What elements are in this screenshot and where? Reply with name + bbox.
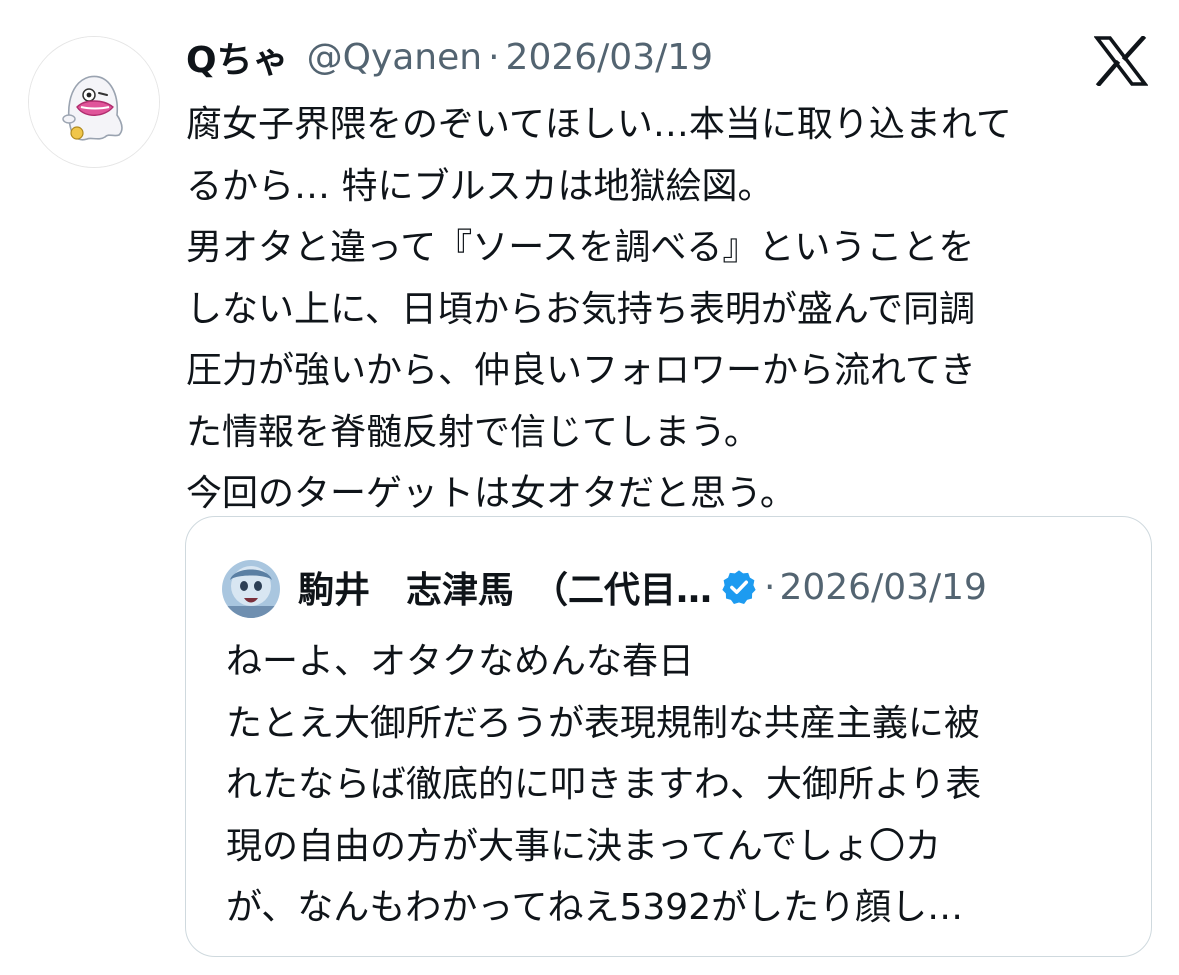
tweet-text-line: 腐女子界隈をのぞいてほしい…本当に取り込まれて <box>186 104 1012 145</box>
tweet-text-line: しない上に、日頃からお気持ち表明が盛んで同調 <box>186 288 976 330</box>
quoted-tweet-date[interactable]: 2026/03/19 <box>779 567 987 608</box>
quoted-text-line: れたならば徹底的に叩きますわ、大御所より表 <box>226 764 982 805</box>
verified-badge-icon <box>722 570 756 604</box>
tweet-body: 腐女子界隈をのぞいてほしい…本当に取り込まれて るから… 特にブルスカは地獄絵図… <box>186 94 1146 525</box>
quoted-text-line: 現の自由の方が大事に決まってんでしょ〇カ <box>226 825 941 867</box>
tweet-header: Qちゃ @Qyanen · 2026/03/19 <box>186 32 713 82</box>
quoted-author-display-name[interactable]: 駒井 志津馬 （二代目… <box>298 561 712 613</box>
tweet-text-line: た情報を脊髄反射で信じてしまう。 <box>186 411 760 453</box>
anime-character-avatar-icon <box>222 560 280 618</box>
cartoon-ghost-avatar-icon <box>29 37 159 167</box>
x-logo-icon[interactable] <box>1093 34 1149 88</box>
tweet-text-line: 男オタと違って『ソースを調べる』ということを <box>186 227 975 268</box>
quoted-tweet-body: ねーよ、オタクなめんな春日 たとえ大御所だろうが表現規制な共産主義に被 れたなら… <box>226 631 1126 939</box>
quoted-text-line: たとえ大御所だろうが表現規制な共産主義に被 <box>226 702 980 744</box>
quoted-text-line: ねーよ、オタクなめんな春日 <box>226 641 695 682</box>
tweet-text-line: 圧力が強いから、仲良いフォロワーから流れてき <box>186 350 976 391</box>
quoted-header-separator: · <box>764 566 776 608</box>
quoted-author-avatar[interactable] <box>222 560 280 618</box>
tweet-text-line: るから… 特にブルスカは地獄絵図。 <box>186 165 774 207</box>
quoted-tweet-header: 駒井 志津馬 （二代目… · 2026/03/19 <box>298 562 987 612</box>
tweet-screenshot: { "tweet": { "author": { "display_name":… <box>0 0 1179 975</box>
tweet-date[interactable]: 2026/03/19 <box>506 37 714 78</box>
quoted-text-line: が、なんもわかってねえ5392がしたり顔し… <box>226 887 964 928</box>
header-separator: · <box>488 36 500 78</box>
quoted-tweet-card[interactable]: 駒井 志津馬 （二代目… · 2026/03/19 ねーよ、オタクなめんな春日 … <box>185 516 1152 957</box>
author-display-name[interactable]: Qちゃ <box>186 31 289 83</box>
author-handle[interactable]: @Qyanen <box>307 37 482 78</box>
author-avatar[interactable] <box>28 36 160 168</box>
